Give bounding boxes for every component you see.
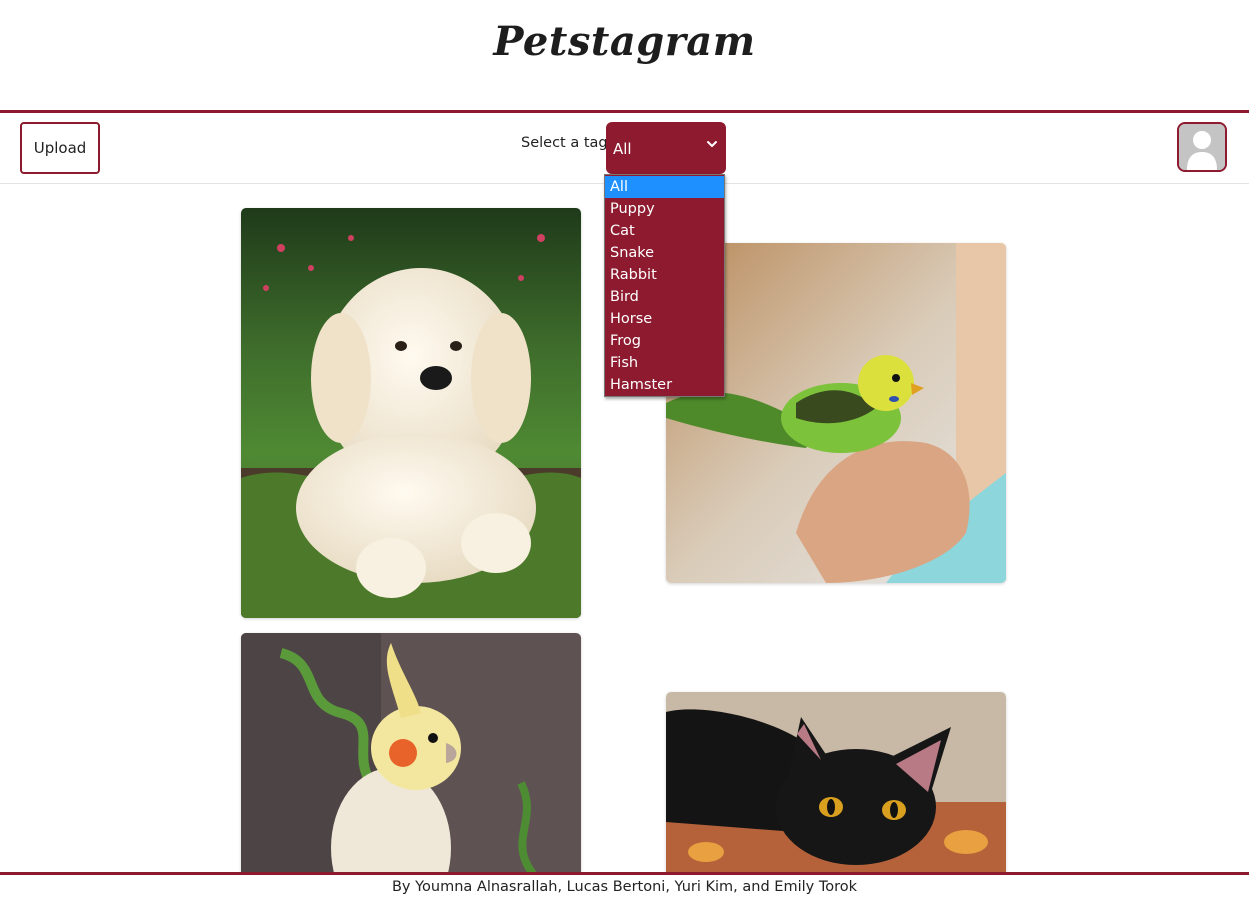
tag-select[interactable]: All: [606, 122, 726, 174]
profile-button[interactable]: [1177, 122, 1227, 172]
user-avatar-icon: [1179, 124, 1225, 170]
tag-option-snake[interactable]: Snake: [605, 242, 724, 264]
tag-option-hamster[interactable]: Hamster: [605, 374, 724, 396]
tag-option-all[interactable]: All: [605, 176, 724, 198]
photo-cockatiel[interactable]: [241, 633, 581, 893]
tag-options-list: All Puppy Cat Snake Rabbit Bird Horse Fr…: [604, 174, 725, 397]
footer-credits: By Youmna Alnasrallah, Lucas Bertoni, Yu…: [391, 879, 858, 895]
tag-option-puppy[interactable]: Puppy: [605, 198, 724, 220]
tag-option-horse[interactable]: Horse: [605, 308, 724, 330]
tag-option-frog[interactable]: Frog: [605, 330, 724, 352]
tag-option-rabbit[interactable]: Rabbit: [605, 264, 724, 286]
photo-black-cat[interactable]: [666, 692, 1006, 892]
photo-puppy[interactable]: [241, 208, 581, 618]
tag-option-fish[interactable]: Fish: [605, 352, 724, 374]
upload-button[interactable]: Upload: [20, 122, 100, 174]
tag-select-label: Select a tag:: [521, 135, 613, 151]
site-title: Petstagram: [493, 18, 756, 65]
chevron-down-icon: [707, 141, 717, 147]
tag-option-cat[interactable]: Cat: [605, 220, 724, 242]
footer: By Youmna Alnasrallah, Lucas Bertoni, Yu…: [0, 872, 1249, 914]
tag-option-bird[interactable]: Bird: [605, 286, 724, 308]
tag-select-value: All: [613, 140, 632, 158]
